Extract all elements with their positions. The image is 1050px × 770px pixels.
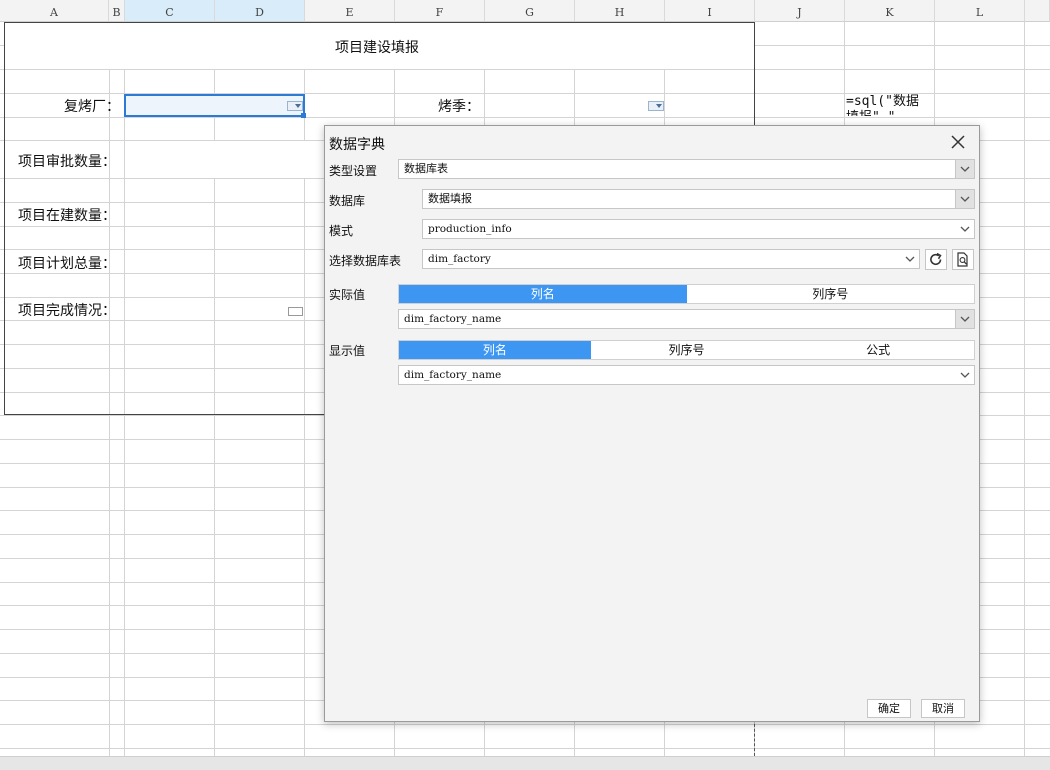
database-select-value: 数据填报 — [428, 192, 472, 205]
close-icon[interactable] — [947, 131, 969, 153]
actual-value-label: 实际值 — [329, 288, 366, 302]
display-value-label: 显示值 — [329, 344, 366, 358]
chevron-down-icon[interactable] — [955, 310, 974, 328]
column-header-g[interactable]: G — [485, 0, 575, 22]
season-combo-icon[interactable] — [648, 101, 664, 111]
column-header-h[interactable]: H — [575, 0, 665, 22]
factory-label: 复烤厂： — [64, 99, 120, 115]
type-label: 类型设置 — [329, 164, 378, 178]
column-header-j[interactable]: J — [755, 0, 845, 22]
type-select-value: 数据库表 — [404, 162, 448, 175]
dialog-title: 数据字典 — [329, 137, 385, 153]
actual-value-select-value: dim_factory_name — [404, 313, 502, 325]
actual-tab-column-name[interactable]: 列名 — [399, 285, 687, 303]
selection-fill-handle[interactable] — [301, 113, 306, 118]
column-header-f[interactable]: F — [395, 0, 485, 22]
schema-select-value: production_info — [428, 223, 512, 235]
column-header-e[interactable]: E — [305, 0, 395, 22]
completion-label: 项目完成情况： — [18, 303, 116, 319]
type-select[interactable]: 数据库表 — [398, 159, 975, 179]
planned-label: 项目计划总量： — [18, 256, 116, 272]
grid-line — [1024, 22, 1025, 757]
formula-cell[interactable]: =sql("数据 填报"," — [846, 94, 934, 116]
grid-line — [0, 69, 1050, 70]
grid-line — [124, 22, 125, 757]
approved-label: 项目审批数量： — [18, 154, 116, 170]
column-header-i[interactable]: I — [665, 0, 755, 22]
display-tab-column-name[interactable]: 列名 — [399, 341, 591, 359]
chevron-down-icon[interactable] — [955, 160, 974, 178]
chevron-down-icon[interactable] — [956, 220, 974, 238]
chevron-down-icon[interactable] — [901, 250, 919, 268]
sheet-bottom-bar — [0, 756, 1050, 770]
grid-line — [0, 748, 1050, 749]
column-header-c[interactable]: C — [125, 0, 215, 22]
column-header-a[interactable]: A — [0, 0, 109, 22]
chevron-down-icon[interactable] — [956, 366, 974, 384]
actual-tab-column-index[interactable]: 列序号 — [687, 285, 975, 303]
preview-icon[interactable] — [952, 249, 974, 270]
chevron-down-icon[interactable] — [955, 190, 974, 208]
completion-widget-icon[interactable] — [288, 307, 303, 316]
display-tab-column-index[interactable]: 列序号 — [591, 341, 783, 359]
form-title: 项目建设填报 — [335, 40, 419, 56]
table-select[interactable]: dim_factory — [422, 249, 920, 269]
in-progress-label: 项目在建数量： — [18, 208, 116, 224]
column-header-b[interactable]: B — [109, 0, 125, 22]
display-tab-formula[interactable]: 公式 — [782, 341, 974, 359]
actual-value-select[interactable]: dim_factory_name — [398, 309, 975, 329]
display-value-tabs: 列名 列序号 公式 — [398, 340, 975, 360]
schema-label: 模式 — [329, 224, 354, 238]
schema-select[interactable]: production_info — [422, 219, 975, 239]
grid-line — [304, 22, 305, 757]
column-header-d[interactable]: D — [215, 0, 305, 22]
grid-line — [0, 724, 1050, 725]
refresh-icon[interactable] — [925, 249, 947, 270]
cancel-button[interactable]: 取消 — [921, 699, 965, 718]
factory-combo-icon[interactable] — [287, 101, 303, 111]
actual-value-tabs: 列名 列序号 — [398, 284, 975, 304]
ok-button[interactable]: 确定 — [867, 699, 911, 718]
grid-line — [0, 117, 1050, 118]
database-label: 数据库 — [329, 194, 366, 208]
data-dictionary-dialog: 数据字典 类型设置 数据库表 数据库 数据填报 模式 production_in… — [324, 125, 980, 722]
column-header-l[interactable]: L — [935, 0, 1025, 22]
table-select-value: dim_factory — [428, 253, 491, 265]
season-label: 烤季： — [438, 99, 480, 115]
display-value-select-value: dim_factory_name — [404, 369, 502, 381]
grid-line — [109, 22, 110, 757]
grid-line — [214, 22, 215, 757]
column-header-extra — [1025, 0, 1050, 22]
factory-combo-cell[interactable] — [124, 94, 305, 117]
display-value-select[interactable]: dim_factory_name — [398, 365, 975, 385]
database-select[interactable]: 数据填报 — [422, 189, 975, 209]
table-label: 选择数据库表 — [329, 254, 402, 268]
column-header-k[interactable]: K — [845, 0, 935, 22]
